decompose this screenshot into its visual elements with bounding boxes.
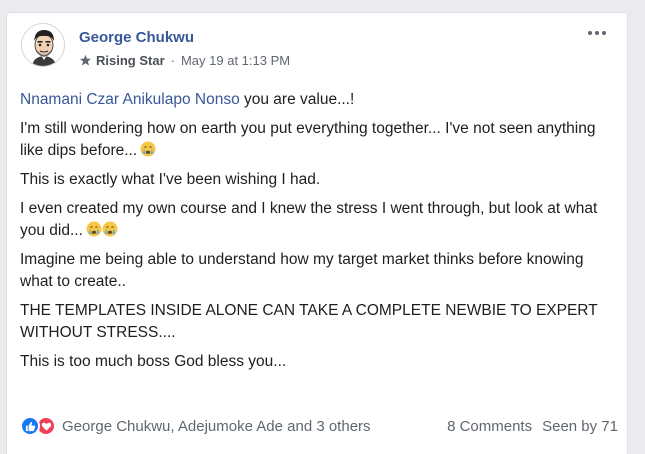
badge-label[interactable]: Rising Star: [96, 53, 165, 68]
post-paragraph: THE TEMPLATES INSIDE ALONE CAN TAKE A CO…: [20, 300, 610, 344]
post-footer: George Chukwu, Adejumoke Ade and 3 other…: [20, 415, 618, 437]
mention-link[interactable]: Nnamani Czar Anikulapo Nonso: [20, 91, 240, 108]
like-icon: [20, 416, 40, 436]
crying-face-emoji-icon: [140, 141, 156, 157]
comments-count-link[interactable]: 8 Comments: [447, 418, 532, 435]
crying-face-emoji-icon: [102, 221, 118, 237]
paragraph-text: I'm still wondering how on earth you put…: [20, 120, 596, 159]
post-meta: Rising Star · May 19 at 1:13 PM: [79, 53, 290, 68]
reactors-link[interactable]: George Chukwu, Adejumoke Ade and 3 other…: [62, 418, 371, 435]
post-timestamp[interactable]: May 19 at 1:13 PM: [181, 53, 290, 68]
post-paragraph: Nnamani Czar Anikulapo Nonso you are val…: [20, 89, 610, 111]
post-header: George Chukwu Rising Star · May 19 at 1:…: [21, 23, 611, 79]
post-card: George Chukwu Rising Star · May 19 at 1:…: [6, 12, 628, 454]
post-body: Nnamani Czar Anikulapo Nonso you are val…: [20, 89, 610, 380]
avatar-cartoon-icon: [22, 24, 64, 66]
avatar[interactable]: [21, 23, 65, 67]
reaction-icons[interactable]: [20, 416, 56, 436]
paragraph-text: you are value...!: [239, 91, 355, 108]
paragraph-text: This is exactly what I've been wishing I…: [20, 171, 321, 188]
post-paragraph: I even created my own course and I knew …: [20, 198, 610, 242]
crying-face-emoji-icon: [86, 221, 102, 237]
paragraph-text: THE TEMPLATES INSIDE ALONE CAN TAKE A CO…: [20, 302, 598, 341]
seen-by-link[interactable]: Seen by 71: [542, 418, 618, 435]
rising-star-badge-icon: [79, 54, 92, 66]
meta-separator: ·: [170, 53, 175, 68]
paragraph-text: This is too much boss God bless you...: [20, 353, 287, 370]
more-options-icon[interactable]: [585, 25, 609, 41]
post-paragraph: I'm still wondering how on earth you put…: [20, 118, 610, 162]
post-paragraph: This is exactly what I've been wishing I…: [20, 169, 610, 191]
post-paragraph: Imagine me being able to understand how …: [20, 249, 610, 293]
author-name[interactable]: George Chukwu: [79, 29, 194, 46]
paragraph-text: Imagine me being able to understand how …: [20, 251, 584, 290]
post-paragraph: This is too much boss God bless you...: [20, 351, 610, 373]
